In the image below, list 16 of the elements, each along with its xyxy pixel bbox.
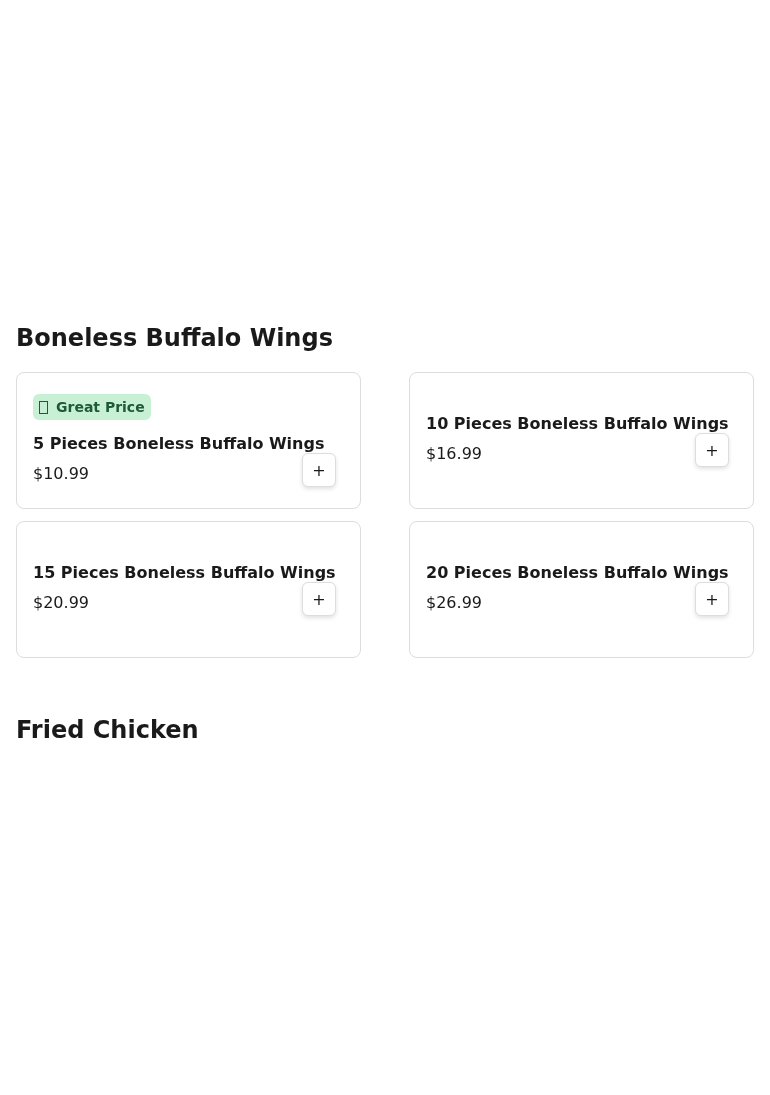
section-heading: Fried Chicken <box>16 716 200 744</box>
item-price: $20.99 <box>33 592 89 612</box>
item-name: 20 Pieces Boneless Buffalo Wings <box>426 563 730 582</box>
square-icon <box>39 400 48 414</box>
add-button[interactable]: + <box>302 582 336 616</box>
add-button[interactable]: + <box>695 582 729 616</box>
item-price: $10.99 <box>33 463 89 483</box>
item-price: $16.99 <box>426 443 482 463</box>
item-name: 10 Pieces Boneless Buffalo Wings <box>426 414 730 433</box>
section-heading: Boneless Buffalo Wings <box>16 324 334 352</box>
item-name: 5 Pieces Boneless Buffalo Wings <box>33 434 326 453</box>
add-button[interactable]: + <box>302 453 336 487</box>
great-price-badge: Great Price <box>33 394 151 420</box>
add-button[interactable]: + <box>695 433 729 467</box>
item-name: 15 Pieces Boneless Buffalo Wings <box>33 563 337 582</box>
item-price: $26.99 <box>426 592 482 612</box>
